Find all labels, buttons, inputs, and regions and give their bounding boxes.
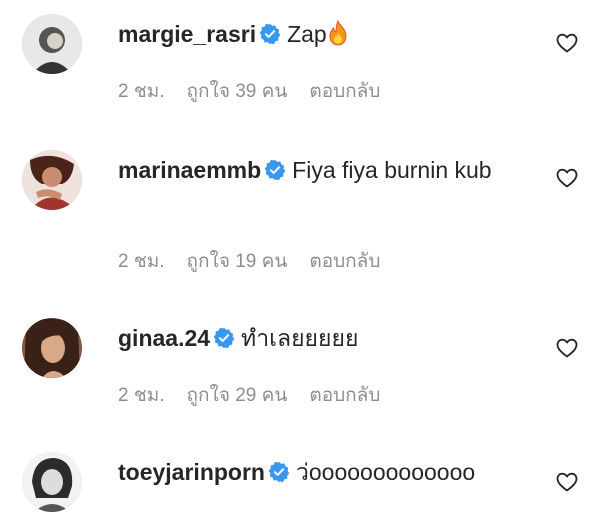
username[interactable]: marinaemmb xyxy=(118,157,261,183)
comment-time: 2 ชม. xyxy=(118,385,165,406)
likes-count[interactable]: ถูกใจ 39 คน xyxy=(187,81,288,102)
verified-badge-icon xyxy=(213,327,235,349)
reply-button[interactable]: ตอบกลับ xyxy=(309,81,380,102)
avatar[interactable] xyxy=(22,14,82,74)
likes-count[interactable]: ถูกใจ 19 คน xyxy=(187,251,288,272)
username[interactable]: margie_rasri xyxy=(118,21,256,47)
like-heart-icon[interactable] xyxy=(555,470,579,494)
comment-text: Zap xyxy=(287,21,327,47)
likes-count[interactable]: ถูกใจ 29 คน xyxy=(187,385,288,406)
verified-badge-icon xyxy=(259,23,281,45)
avatar[interactable] xyxy=(22,150,82,210)
comment-time: 2 ชม. xyxy=(118,81,165,102)
avatar[interactable] xyxy=(22,318,82,378)
reply-button[interactable]: ตอบกลับ xyxy=(309,251,380,272)
comment-text: ว่ooooooooooooo xyxy=(295,459,476,485)
comment-text: Fiya fiya burnin kub xyxy=(292,157,492,183)
avatar[interactable] xyxy=(22,452,82,512)
comment-time: 2 ชม. xyxy=(118,251,165,272)
verified-badge-icon xyxy=(264,159,286,181)
like-heart-icon[interactable] xyxy=(555,166,579,190)
comment-text: ทำเลยยยยย xyxy=(241,325,359,351)
username[interactable]: toeyjarinporn xyxy=(118,459,265,485)
verified-badge-icon xyxy=(268,461,290,483)
like-heart-icon[interactable] xyxy=(555,336,579,360)
username[interactable]: ginaa.24 xyxy=(118,325,210,351)
reply-button[interactable]: ตอบกลับ xyxy=(309,385,380,406)
fire-icon xyxy=(329,20,347,46)
like-heart-icon[interactable] xyxy=(555,31,579,55)
